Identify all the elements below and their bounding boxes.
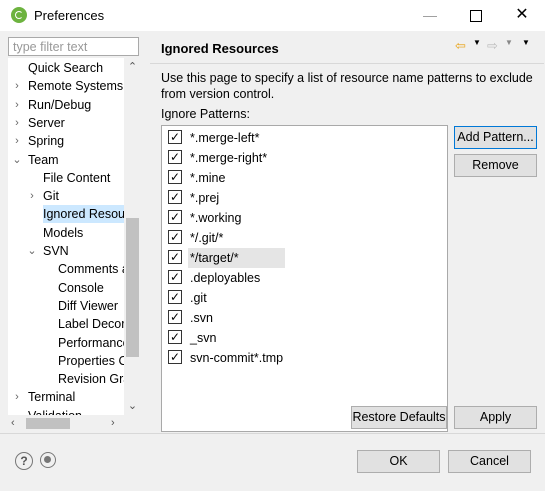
pattern-checkbox[interactable]: ✓ (168, 190, 182, 204)
chevron-right-icon[interactable]: › (27, 187, 37, 205)
pattern-label: *.mine (190, 171, 226, 185)
spring-app-icon (11, 7, 27, 23)
tree-item-label: Label Decora (58, 317, 133, 332)
chevron-right-icon[interactable]: › (12, 114, 22, 132)
scroll-down-icon[interactable]: ⌄ (124, 399, 141, 412)
back-arrow-icon[interactable]: ⇦ (455, 38, 466, 54)
minimize-button[interactable]: — (407, 0, 453, 31)
restore-defaults-button[interactable]: Restore Defaults (351, 406, 447, 429)
tree-item-label: Comments a (58, 262, 129, 277)
remove-button[interactable]: Remove (454, 154, 537, 177)
record-macro-icon[interactable] (40, 452, 56, 468)
tree-item-label: Server (28, 115, 65, 130)
pattern-checkbox[interactable]: ✓ (168, 350, 182, 364)
filter-input[interactable] (8, 37, 139, 56)
footer-divider (0, 433, 545, 434)
chevron-right-icon[interactable]: › (12, 77, 22, 95)
pattern-label: *.merge-left* (190, 131, 260, 145)
tree-item-label: SVN (43, 244, 69, 258)
maximize-button[interactable] (453, 0, 499, 31)
back-dropdown-icon[interactable]: ▼ (473, 38, 481, 47)
add-pattern-button[interactable]: Add Pattern... (454, 126, 537, 149)
tree-item-label: Diff Viewer (58, 298, 118, 313)
view-menu-icon[interactable]: ▼ (522, 38, 530, 47)
pattern-checkbox[interactable]: ✓ (168, 290, 182, 304)
tree-item-label: Run/Debug (28, 97, 92, 112)
tree-item-label: Validation (28, 407, 82, 415)
tree-horizontal-scroll-thumb[interactable] (26, 418, 70, 429)
pattern-checkbox[interactable]: ✓ (168, 270, 182, 284)
pattern-label: */target/* (188, 248, 285, 268)
tree-item-label: Spring (28, 134, 65, 149)
help-icon[interactable]: ? (15, 452, 33, 470)
tree-item-label: Revision Gra (58, 372, 131, 387)
tree-vertical-scroll-thumb[interactable] (126, 218, 139, 357)
pattern-label: svn-commit*.tmp (190, 351, 284, 365)
window-title: Preferences (34, 8, 105, 23)
chevron-down-icon[interactable]: ⌄ (27, 242, 37, 260)
tree-item-label: Terminal (28, 390, 76, 405)
pattern-label: *.working (190, 211, 242, 225)
scroll-right-icon[interactable]: › (111, 417, 115, 429)
pattern-checkbox[interactable]: ✓ (168, 250, 182, 264)
forward-dropdown-icon[interactable]: ▼ (505, 38, 513, 47)
scroll-up-icon[interactable]: ⌃ (124, 60, 141, 73)
ok-button[interactable]: OK (357, 450, 440, 473)
pattern-label: _svn (190, 331, 217, 345)
tree-item-label: Quick Search (28, 61, 104, 75)
preferences-tree: Quick Search › Remote Systems › Run/Debug › Se… (8, 58, 141, 415)
tree-item-label: Git (43, 189, 59, 204)
pattern-label: *.prej (190, 191, 220, 205)
tree-item-label: File Content (43, 170, 111, 185)
pattern-checkbox[interactable]: ✓ (168, 150, 182, 164)
chevron-down-icon[interactable]: ⌄ (12, 151, 22, 169)
scroll-left-icon[interactable]: ‹ (11, 417, 15, 429)
pattern-checkbox[interactable]: ✓ (168, 330, 182, 344)
pattern-checkbox[interactable]: ✓ (168, 170, 182, 184)
pattern-checkbox[interactable]: ✓ (168, 130, 182, 144)
pattern-label: .deployables (190, 271, 261, 285)
cancel-button[interactable]: Cancel (448, 450, 531, 473)
tree-item-label: Performance (58, 335, 130, 350)
pattern-checkbox[interactable]: ✓ (168, 310, 182, 324)
apply-button[interactable]: Apply (454, 406, 537, 429)
tree-item-label: Ignored Resour (43, 205, 130, 224)
maximize-icon (470, 10, 482, 23)
tree-item-label: Models (43, 225, 84, 240)
chevron-right-icon[interactable]: › (12, 388, 22, 406)
close-button[interactable]: ✕ (499, 0, 545, 31)
pattern-label: */.git/* (190, 231, 224, 245)
pattern-label: .svn (190, 311, 213, 325)
tree-item-label: Console (58, 280, 104, 295)
pattern-checkbox[interactable]: ✓ (168, 210, 182, 224)
pattern-label: .git (190, 291, 207, 305)
chevron-right-icon[interactable]: › (12, 96, 22, 114)
tree-item-label: Team (28, 152, 59, 167)
page-description: Use this page to specify a list of resou… (161, 71, 533, 101)
page-title: Ignored Resources (161, 41, 279, 56)
ignore-patterns-label: Ignore Patterns: (161, 107, 250, 121)
forward-arrow-icon[interactable]: ⇨ (487, 38, 498, 54)
ignore-patterns-list: ✓ *.merge-left* ✓ *.merge-right* ✓ *.mine ✓ *.p… (161, 125, 448, 432)
chevron-right-icon[interactable]: › (12, 132, 22, 150)
tree-item-label: Properties C (58, 353, 128, 368)
pattern-label: *.merge-right* (190, 151, 268, 165)
pattern-checkbox[interactable]: ✓ (168, 230, 182, 244)
tree-item-label: Remote Systems (28, 79, 124, 94)
